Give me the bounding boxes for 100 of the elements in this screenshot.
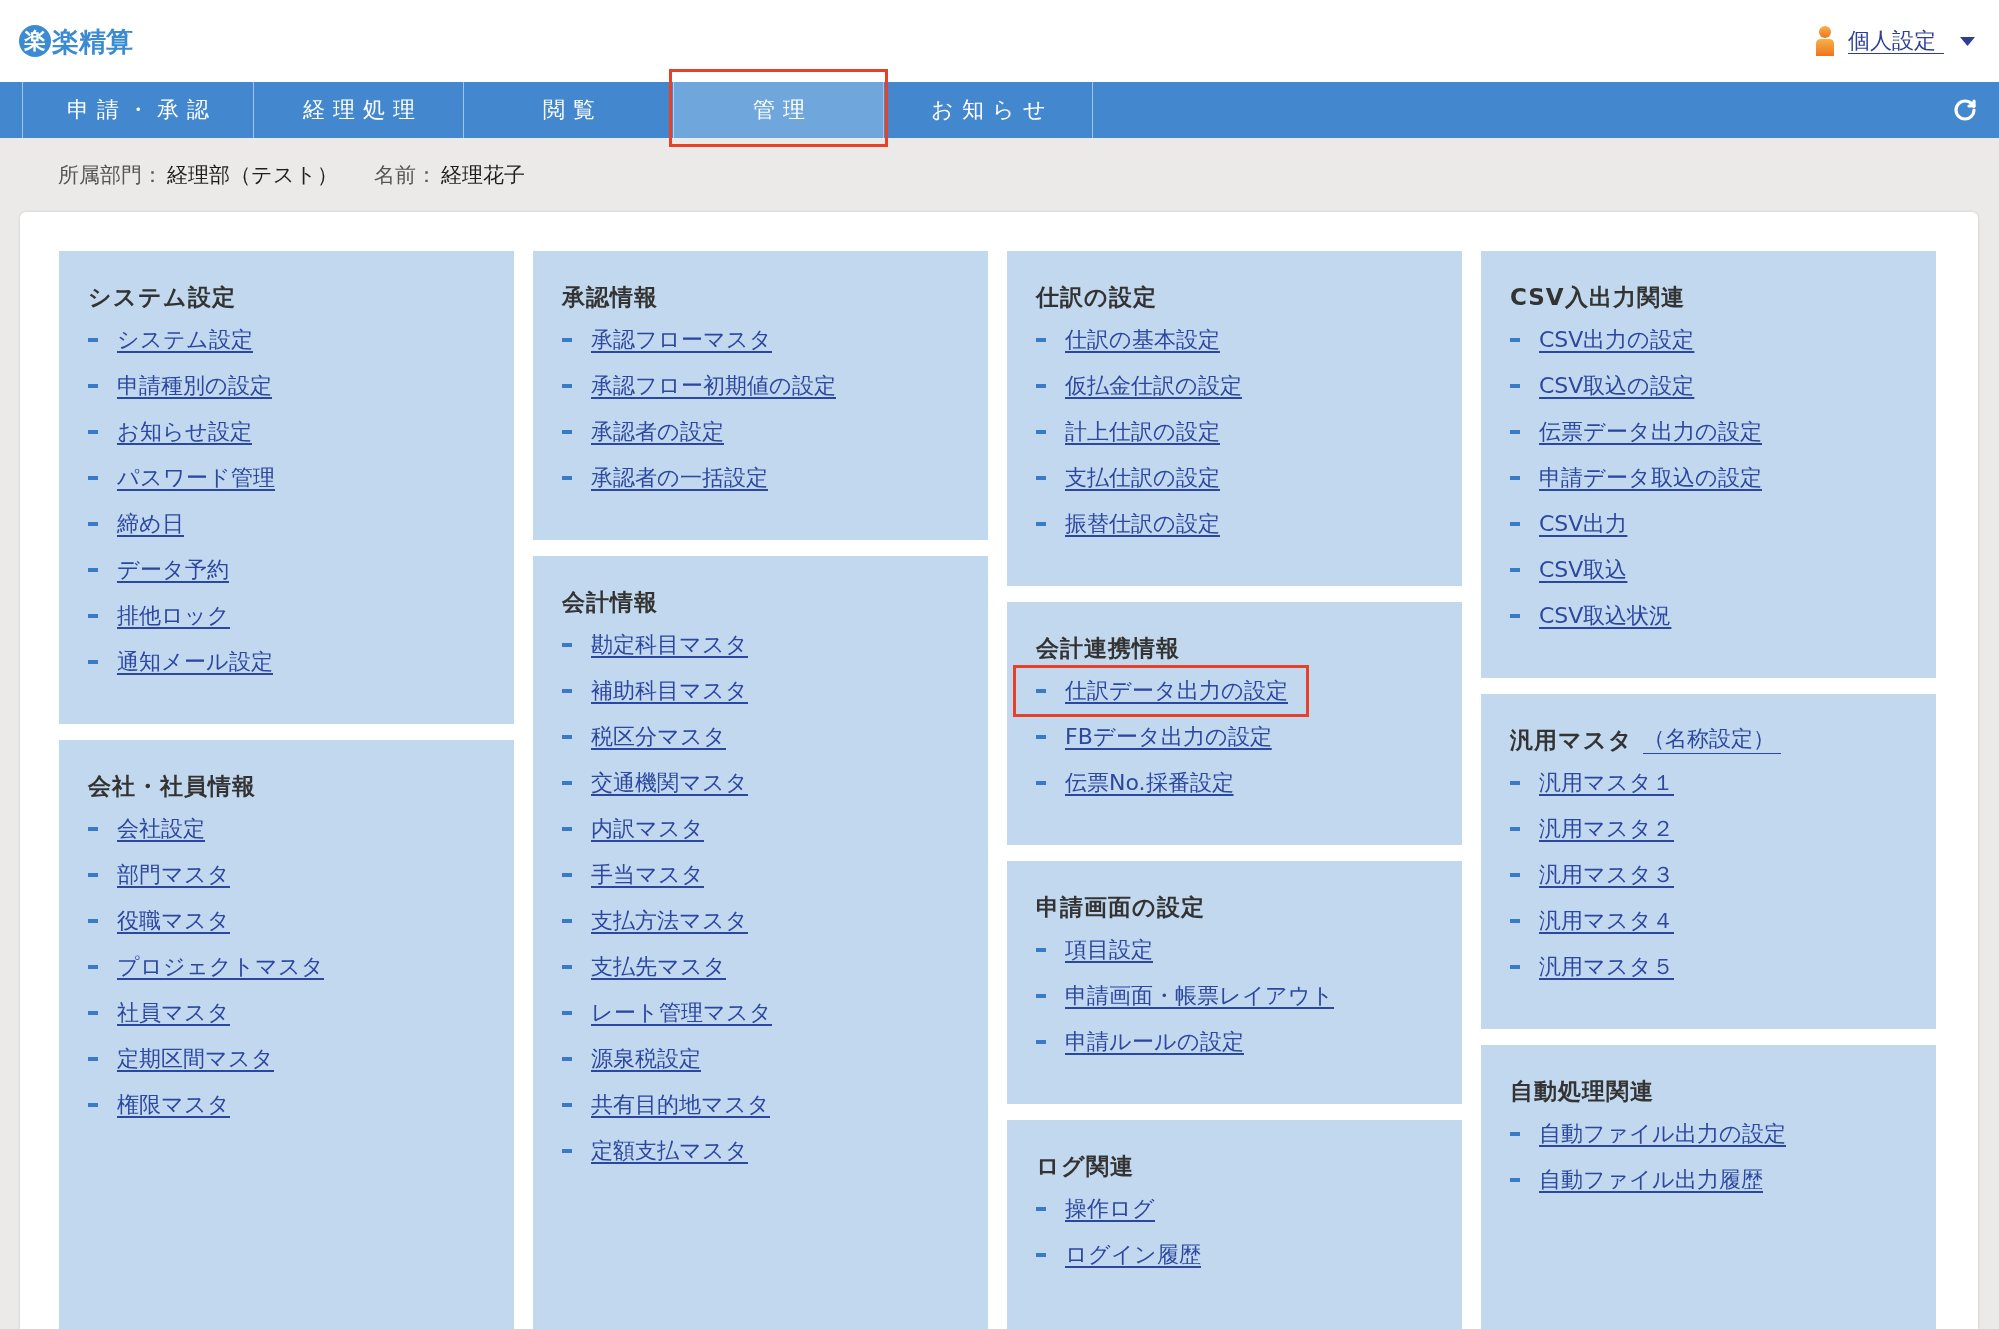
menu-link[interactable]: 承認フロー初期値の設定 bbox=[591, 371, 836, 401]
dash-icon bbox=[88, 430, 98, 434]
menu-link[interactable]: 汎用マスタ１ bbox=[1539, 768, 1674, 798]
panel-title: 会計情報 bbox=[562, 587, 658, 617]
menu-link[interactable]: 項目設定 bbox=[1065, 935, 1153, 965]
menu-link[interactable]: 共有目的地マスタ bbox=[591, 1090, 770, 1120]
dash-icon bbox=[88, 919, 98, 923]
menu-link[interactable]: 自動ファイル出力履歴 bbox=[1539, 1165, 1763, 1195]
menu-link[interactable]: 会社設定 bbox=[117, 814, 205, 844]
panel-title: CSV入出力関連 bbox=[1510, 282, 1685, 312]
menu-link[interactable]: CSV出力 bbox=[1539, 509, 1628, 539]
menu-link[interactable]: 通知メール設定 bbox=[117, 647, 273, 677]
menu-link[interactable]: レート管理マスタ bbox=[591, 998, 772, 1028]
rename-link[interactable]: （名称設定） bbox=[1643, 726, 1781, 754]
dash-icon bbox=[88, 1057, 98, 1061]
menu-link[interactable]: 計上仕訳の設定 bbox=[1065, 417, 1220, 447]
dash-icon bbox=[1510, 827, 1520, 831]
menu-link[interactable]: FBデータ出力の設定 bbox=[1065, 722, 1272, 752]
menu-link[interactable]: 申請画面・帳票レイアウト bbox=[1065, 981, 1334, 1011]
dash-icon bbox=[562, 781, 572, 785]
menu-link[interactable]: データ予約 bbox=[117, 555, 229, 585]
dash-icon bbox=[562, 1057, 572, 1061]
dash-icon bbox=[1036, 781, 1046, 785]
menu-link[interactable]: CSV取込 bbox=[1539, 555, 1628, 585]
menu-link[interactable]: システム設定 bbox=[117, 325, 253, 355]
dash-icon bbox=[1036, 338, 1046, 342]
dash-icon bbox=[562, 965, 572, 969]
dash-icon bbox=[1510, 781, 1520, 785]
field-label: 名前： bbox=[374, 162, 437, 189]
dash-icon bbox=[1510, 1178, 1520, 1182]
menu-link[interactable]: 操作ログ bbox=[1065, 1194, 1155, 1224]
menu-link[interactable]: 汎用マスタ５ bbox=[1539, 952, 1674, 982]
menu-link[interactable]: 締め日 bbox=[117, 509, 184, 539]
menu-link[interactable]: 伝票No.採番設定 bbox=[1065, 768, 1234, 798]
menu-link[interactable]: 定額支払マスタ bbox=[591, 1136, 748, 1166]
dash-icon bbox=[88, 965, 98, 969]
menu-link[interactable]: 排他ロック bbox=[117, 601, 230, 631]
dash-icon bbox=[1036, 430, 1046, 434]
menu-link[interactable]: 振替仕訳の設定 bbox=[1065, 509, 1220, 539]
menu-link[interactable]: 申請種別の設定 bbox=[117, 371, 272, 401]
menu-link[interactable]: 源泉税設定 bbox=[591, 1044, 701, 1074]
refresh-icon[interactable] bbox=[1953, 98, 1977, 122]
menu-link[interactable]: パスワード管理 bbox=[117, 463, 275, 493]
menu-link[interactable]: 権限マスタ bbox=[117, 1090, 230, 1120]
menu-link[interactable]: 手当マスタ bbox=[591, 860, 704, 890]
menu-link[interactable]: 支払方法マスタ bbox=[591, 906, 748, 936]
field-value: 経理部（テスト） bbox=[167, 162, 338, 189]
menu-link[interactable]: 申請ルールの設定 bbox=[1065, 1027, 1244, 1057]
menu-link[interactable]: 自動ファイル出力の設定 bbox=[1539, 1119, 1786, 1149]
menu-link[interactable]: 定期区間マスタ bbox=[117, 1044, 274, 1074]
menu-link[interactable]: 役職マスタ bbox=[117, 906, 230, 936]
menu-link[interactable]: CSV取込の設定 bbox=[1539, 371, 1695, 401]
menu-link[interactable]: 汎用マスタ３ bbox=[1539, 860, 1674, 890]
menu-link[interactable]: 支払仕訳の設定 bbox=[1065, 463, 1220, 493]
menu-link[interactable]: 支払先マスタ bbox=[591, 952, 726, 982]
dash-icon bbox=[1510, 568, 1520, 572]
dash-icon bbox=[562, 430, 572, 434]
menu-link[interactable]: CSV取込状況 bbox=[1539, 601, 1672, 631]
menu-link[interactable]: ログイン履歴 bbox=[1065, 1240, 1201, 1270]
menu-link[interactable]: 社員マスタ bbox=[117, 998, 230, 1028]
menu-link[interactable]: 補助科目マスタ bbox=[591, 676, 748, 706]
dash-icon bbox=[1510, 430, 1520, 434]
menu-link[interactable]: 交通機関マスタ bbox=[591, 768, 748, 798]
menu-link[interactable]: CSV出力の設定 bbox=[1539, 325, 1695, 355]
dash-icon bbox=[1036, 1040, 1046, 1044]
dash-icon bbox=[88, 1011, 98, 1015]
field-value: 経理花子 bbox=[441, 162, 525, 189]
panel-title: ログ関連 bbox=[1036, 1151, 1134, 1181]
panel-title: システム設定 bbox=[88, 282, 236, 312]
menu-link[interactable]: 汎用マスタ４ bbox=[1539, 906, 1674, 936]
menu-link[interactable]: 仕訳の基本設定 bbox=[1065, 325, 1220, 355]
menu-link[interactable]: 勘定科目マスタ bbox=[591, 630, 748, 660]
nav-tab[interactable]: 経理処理 bbox=[253, 82, 463, 138]
menu-link[interactable]: 税区分マスタ bbox=[591, 722, 726, 752]
dash-icon bbox=[88, 1103, 98, 1107]
menu-link[interactable]: 内訳マスタ bbox=[591, 814, 704, 844]
nav-tab[interactable]: 申請・承認 bbox=[22, 82, 253, 138]
panel-title: 会社・社員情報 bbox=[88, 771, 256, 801]
menu-link[interactable]: 仕訳データ出力の設定 bbox=[1065, 676, 1288, 706]
personal-settings-link[interactable]: 個人設定 bbox=[1848, 27, 1944, 55]
dash-icon bbox=[1510, 338, 1520, 342]
caret-down-icon[interactable] bbox=[1960, 36, 1975, 46]
dash-icon bbox=[1036, 476, 1046, 480]
menu-link[interactable]: 部門マスタ bbox=[117, 860, 230, 890]
menu-link[interactable]: 伝票データ出力の設定 bbox=[1539, 417, 1762, 447]
dash-icon bbox=[562, 1149, 572, 1153]
menu-link[interactable]: 承認者の一括設定 bbox=[591, 463, 768, 493]
dash-icon bbox=[1036, 735, 1046, 739]
dash-icon bbox=[562, 476, 572, 480]
menu-link[interactable]: お知らせ設定 bbox=[117, 417, 252, 447]
menu-link[interactable]: 汎用マスタ２ bbox=[1539, 814, 1674, 844]
nav-tab[interactable]: お知らせ bbox=[883, 82, 1093, 138]
menu-link[interactable]: プロジェクトマスタ bbox=[117, 952, 324, 982]
dash-icon bbox=[562, 643, 572, 647]
menu-link[interactable]: 仮払金仕訳の設定 bbox=[1065, 371, 1242, 401]
dash-icon bbox=[1036, 522, 1046, 526]
menu-link[interactable]: 申請データ取込の設定 bbox=[1539, 463, 1762, 493]
menu-link[interactable]: 承認フローマスタ bbox=[591, 325, 772, 355]
menu-link[interactable]: 承認者の設定 bbox=[591, 417, 724, 447]
dash-icon bbox=[1510, 522, 1520, 526]
